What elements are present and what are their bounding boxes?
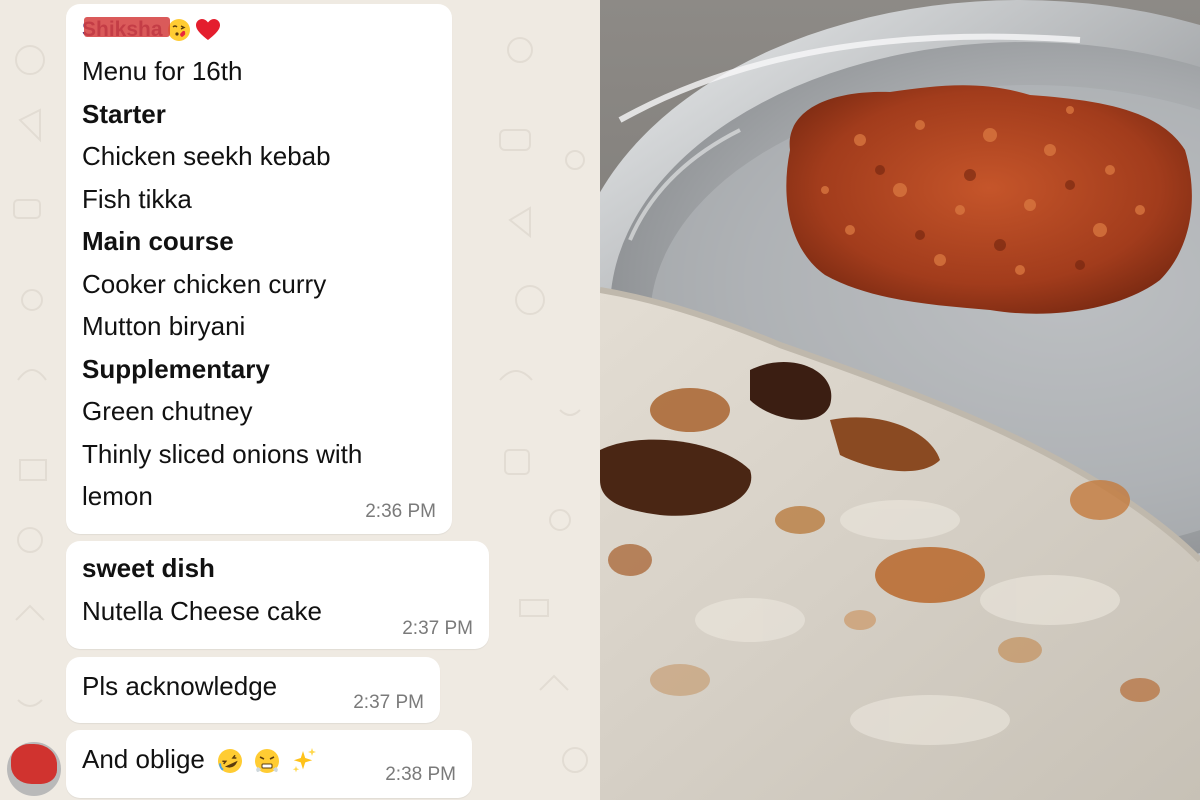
message-timestamp: 2:38 PM [385,764,456,785]
sender-name[interactable]: Shiksha [82,9,170,52]
message-line: Thinly sliced onions with [82,438,363,469]
sender-row: Shiksha [82,10,436,50]
red-heart-icon [195,19,220,40]
avatar-redaction-mark [11,744,57,784]
message-timestamp: 2:37 PM [402,618,473,639]
section-heading: Supplementary [82,353,270,384]
message-bubble[interactable]: And oblige 2:38 PM [66,730,472,798]
food-photo-drawing [600,0,1200,800]
message-timestamp: 2:37 PM [353,692,424,713]
message-line: Cooker chicken curry [82,268,327,299]
curry [786,85,1192,314]
message-line: Fish tikka [82,183,192,214]
chat-panel: Shiksha Menu for 16th Starter Chicken seek… [0,0,600,800]
rolling-laughing-icon [218,749,243,774]
message-bubble[interactable]: Pls acknowledge 2:37 PM [66,657,440,723]
message-bubble[interactable]: sweet dish Nutella Cheese cake 2:37 PM [66,541,489,649]
message-timestamp: 2:36 PM [365,501,436,522]
message-line: Mutton biryani [82,311,246,341]
section-heading: Starter [82,98,166,129]
message-line: Chicken seekh kebab [82,141,331,171]
sender-avatar[interactable] [7,742,61,796]
message-line: Green chutney [82,396,253,426]
message-text: Menu for 16th Starter Chicken seekh kebab F… [82,50,436,518]
section-heading: Main course [82,226,234,256]
food-photo [600,0,1200,800]
sparkles-icon [292,748,316,773]
section-heading: sweet dish [82,553,215,583]
face-blowing-kiss-icon [167,19,190,41]
message-bubble[interactable]: Shiksha Menu for 16th Starter Chicken seek… [66,4,452,534]
redaction-mark [84,16,170,37]
steam-from-nose-icon [255,749,280,774]
message-line: Menu for 16th [82,56,243,86]
